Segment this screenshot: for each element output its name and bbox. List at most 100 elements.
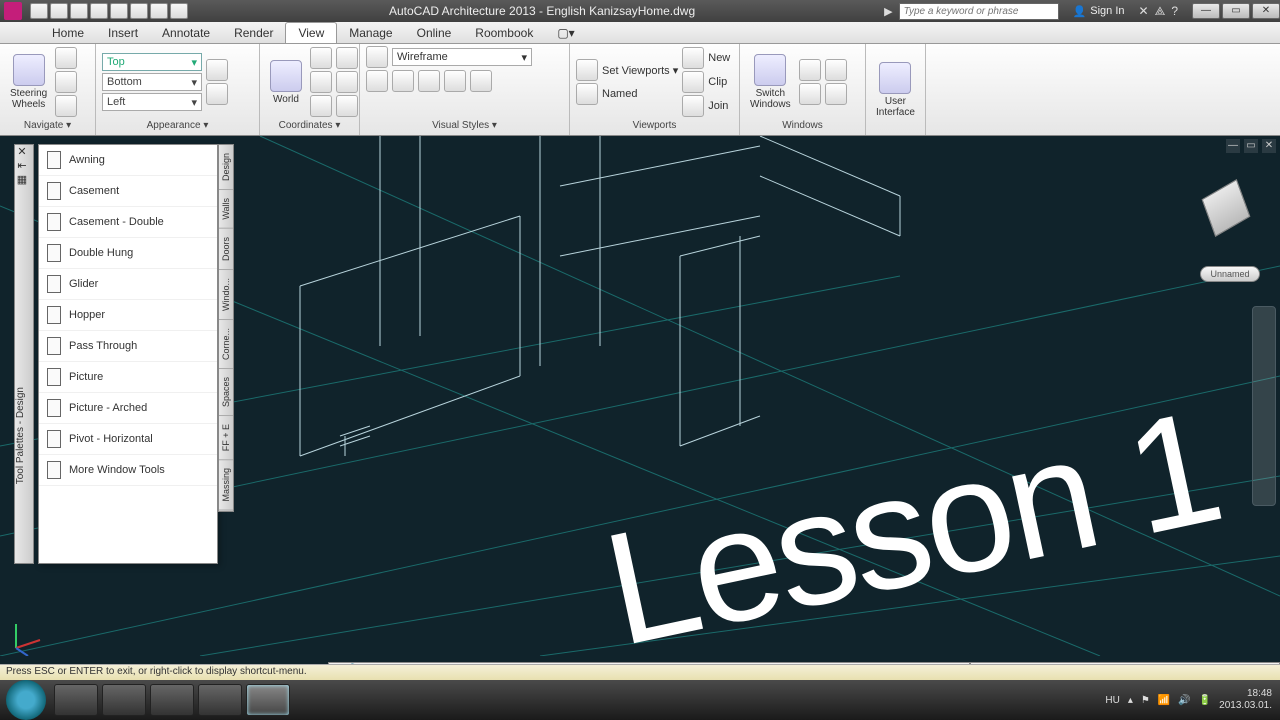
ucs-icon-4[interactable] bbox=[336, 47, 358, 69]
minimize-button[interactable]: — bbox=[1192, 3, 1220, 19]
clip-viewport-button[interactable]: Clip bbox=[682, 71, 730, 93]
tab-roombook[interactable]: Roombook bbox=[463, 23, 545, 43]
ucs-icon-6[interactable] bbox=[336, 95, 358, 117]
tool-palette-bar[interactable]: ✕ ⇤ ▦ Tool Palettes - Design bbox=[14, 144, 34, 564]
tab-online[interactable]: Online bbox=[405, 23, 464, 43]
palette-item-picture[interactable]: Picture bbox=[39, 362, 217, 393]
ptab-corner[interactable]: Corne... bbox=[219, 320, 233, 369]
palette-item-casement-double[interactable]: Casement - Double bbox=[39, 207, 217, 238]
infocenter-search[interactable] bbox=[899, 3, 1059, 20]
ptab-spaces[interactable]: Spaces bbox=[219, 369, 233, 416]
taskbar-chrome-icon[interactable] bbox=[54, 684, 98, 716]
tab-extra-icon[interactable]: ▢▾ bbox=[545, 23, 586, 43]
texture-icon[interactable] bbox=[470, 70, 492, 92]
qat-new-icon[interactable] bbox=[30, 3, 48, 19]
view-bottom-combo[interactable]: Bottom▾ bbox=[102, 73, 202, 91]
taskbar-reader-icon[interactable] bbox=[198, 684, 242, 716]
ptab-doors[interactable]: Doors bbox=[219, 229, 233, 270]
cascade-icon[interactable] bbox=[825, 59, 847, 81]
view-top-combo[interactable]: Top▾ bbox=[102, 53, 202, 71]
close-button[interactable]: ✕ bbox=[1252, 3, 1280, 19]
tab-manage[interactable]: Manage bbox=[337, 23, 404, 43]
tray-volume-icon[interactable]: 🔊 bbox=[1178, 695, 1190, 706]
autodesk-icon[interactable]: ⟁ bbox=[1155, 4, 1166, 19]
clock[interactable]: 18:48 2013.03.01. bbox=[1219, 688, 1272, 712]
join-viewport-button[interactable]: Join bbox=[682, 95, 730, 117]
palette-item-more[interactable]: More Window Tools bbox=[39, 455, 217, 486]
palette-close-icon[interactable]: ✕ bbox=[15, 145, 29, 159]
orbit-icon[interactable] bbox=[55, 71, 77, 93]
ucs-icon-5[interactable] bbox=[336, 71, 358, 93]
material-icon[interactable] bbox=[444, 70, 466, 92]
navigation-bar[interactable] bbox=[1252, 306, 1276, 506]
drawing-viewport[interactable]: — ▭ ✕ ✕ ⇤ ▦ Tool Palettes - Design Awnin… bbox=[0, 136, 1280, 680]
zoom-extents-icon[interactable] bbox=[55, 95, 77, 117]
app-logo[interactable] bbox=[4, 2, 22, 20]
panel-coordinates-label[interactable]: Coordinates ▾ bbox=[266, 118, 353, 133]
palette-item-glider[interactable]: Glider bbox=[39, 269, 217, 300]
world-ucs-button[interactable]: World bbox=[266, 58, 306, 107]
taskbar-autocad-icon[interactable] bbox=[246, 684, 290, 716]
ptab-walls[interactable]: Walls bbox=[219, 190, 233, 229]
palette-item-pass-through[interactable]: Pass Through bbox=[39, 331, 217, 362]
palette-autohide-icon[interactable]: ⇤ bbox=[15, 159, 29, 173]
regen-icon[interactable] bbox=[206, 59, 228, 81]
start-button[interactable] bbox=[6, 680, 46, 720]
qat-print-icon[interactable] bbox=[90, 3, 108, 19]
qat-more-icon[interactable] bbox=[150, 3, 168, 19]
ptab-windows[interactable]: Windo... bbox=[219, 270, 233, 320]
arrange-icon[interactable] bbox=[825, 83, 847, 105]
palette-item-casement[interactable]: Casement bbox=[39, 176, 217, 207]
ptab-massing[interactable]: Massing bbox=[219, 460, 233, 511]
panel-visual-label[interactable]: Visual Styles ▾ bbox=[366, 118, 563, 133]
tab-annotate[interactable]: Annotate bbox=[150, 23, 222, 43]
tab-render[interactable]: Render bbox=[222, 23, 285, 43]
switch-windows-button[interactable]: Switch Windows bbox=[746, 52, 795, 112]
palette-props-icon[interactable]: ▦ bbox=[15, 173, 29, 187]
ucs-icon-3[interactable] bbox=[310, 95, 332, 117]
palette-item-pivot-h[interactable]: Pivot - Horizontal bbox=[39, 424, 217, 455]
tab-home[interactable]: Home bbox=[40, 23, 96, 43]
exchange-icon[interactable]: ✕ bbox=[1139, 4, 1149, 19]
ptab-ffe[interactable]: FF + E bbox=[219, 416, 233, 460]
qat-play-icon[interactable] bbox=[170, 3, 188, 19]
viewport-maximize-button[interactable]: ▭ bbox=[1244, 139, 1258, 153]
panel-windows-label[interactable]: Windows bbox=[746, 118, 859, 133]
viewcube[interactable] bbox=[1198, 182, 1254, 238]
viewcube-view-button[interactable]: Unnamed bbox=[1200, 266, 1260, 282]
visual-style-combo[interactable]: Wireframe▾ bbox=[392, 48, 532, 66]
tile-v-icon[interactable] bbox=[799, 83, 821, 105]
panel-appearance-label[interactable]: Appearance ▾ bbox=[102, 118, 253, 133]
qat-undo-icon[interactable] bbox=[110, 3, 128, 19]
qat-redo-icon[interactable] bbox=[130, 3, 148, 19]
tray-battery-icon[interactable]: 🔋 bbox=[1199, 695, 1211, 706]
help-icon[interactable]: ? bbox=[1171, 4, 1178, 19]
tab-view[interactable]: View bbox=[285, 22, 337, 43]
viewport-close-button[interactable]: ✕ bbox=[1262, 139, 1276, 153]
ptab-design[interactable]: Design bbox=[219, 145, 233, 190]
palette-item-hopper[interactable]: Hopper bbox=[39, 300, 217, 331]
maximize-button[interactable]: ▭ bbox=[1222, 3, 1250, 19]
shadow-icon[interactable] bbox=[392, 70, 414, 92]
palette-item-double-hung[interactable]: Double Hung bbox=[39, 238, 217, 269]
ucs-icon-1[interactable] bbox=[310, 47, 332, 69]
signin-button[interactable]: 👤 Sign In bbox=[1065, 5, 1133, 18]
tray-flag-icon[interactable]: ⚑ bbox=[1141, 695, 1150, 706]
tray-up-icon[interactable]: ▴ bbox=[1128, 695, 1133, 706]
palette-item-picture-arched[interactable]: Picture - Arched bbox=[39, 393, 217, 424]
taskbar-media-icon[interactable] bbox=[102, 684, 146, 716]
new-viewport-button[interactable]: New bbox=[682, 47, 730, 69]
taskbar-explorer-icon[interactable] bbox=[150, 684, 194, 716]
regen-all-icon[interactable] bbox=[206, 83, 228, 105]
qat-open-icon[interactable] bbox=[50, 3, 68, 19]
pan-icon[interactable] bbox=[55, 47, 77, 69]
lang-indicator[interactable]: HU bbox=[1105, 695, 1119, 706]
panel-navigate-label[interactable]: Navigate ▾ bbox=[6, 118, 89, 133]
steering-wheels-button[interactable]: Steering Wheels bbox=[6, 52, 51, 112]
palette-item-awning[interactable]: Awning bbox=[39, 145, 217, 176]
qat-save-icon[interactable] bbox=[70, 3, 88, 19]
light-icon[interactable] bbox=[418, 70, 440, 92]
ucs-icon-2[interactable] bbox=[310, 71, 332, 93]
view-left-combo[interactable]: Left▾ bbox=[102, 93, 202, 111]
tile-h-icon[interactable] bbox=[799, 59, 821, 81]
